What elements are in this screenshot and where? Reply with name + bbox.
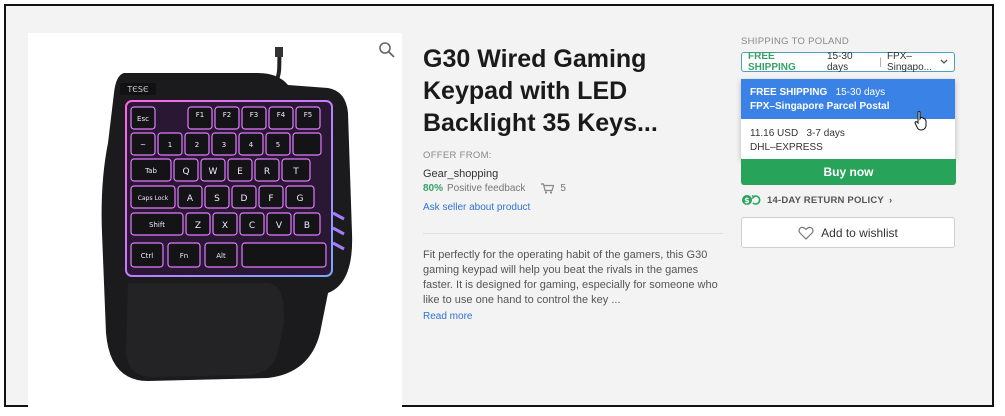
svg-text:S: S	[214, 194, 220, 204]
svg-text:F: F	[268, 194, 273, 204]
product-image: Esc F1 F2 F3 F4 F5 ~ 1 2 3 4 5 Tab Q W E…	[101, 47, 353, 381]
option-price: FREE SHIPPING	[750, 87, 828, 98]
svg-text:Caps Lock: Caps Lock	[138, 195, 169, 202]
chevron-right-icon: ›	[888, 194, 893, 206]
product-title: G30 Wired Gaming Keypad with LED Backlig…	[423, 45, 658, 137]
key-esc: Esc	[137, 115, 149, 123]
cart-count: 5	[560, 183, 566, 194]
svg-text:E: E	[237, 167, 243, 177]
svg-text:V: V	[276, 221, 283, 231]
svg-text:~: ~	[140, 141, 146, 149]
feedback-label: Positive feedback	[447, 183, 526, 194]
svg-text:W: W	[209, 167, 218, 177]
svg-text:A: A	[187, 194, 194, 204]
shipping-method-select[interactable]: FREE SHIPPING 15-30 days | FPX–Singapo..…	[741, 51, 955, 73]
svg-text:D: D	[241, 194, 248, 204]
svg-text:3: 3	[222, 141, 226, 149]
svg-text:F5: F5	[304, 111, 312, 119]
svg-text:5: 5	[276, 141, 280, 149]
svg-text:R: R	[264, 167, 270, 177]
selected-shipping-price: FREE SHIPPING	[748, 51, 796, 73]
svg-text:2: 2	[195, 141, 199, 149]
svg-text:Alt: Alt	[216, 252, 226, 260]
svg-text:4: 4	[249, 141, 254, 149]
cart-icon	[541, 183, 555, 194]
svg-text:$: $	[744, 196, 750, 205]
buy-now-button[interactable]: Buy now	[741, 159, 956, 185]
svg-text:T: T	[292, 167, 299, 177]
seller-name[interactable]: Gear_shopping	[423, 168, 498, 180]
svg-text:G: G	[297, 194, 304, 204]
shipping-options-dropdown: FREE SHIPPING 15-30 days FPX–Singapore P…	[741, 79, 955, 159]
selected-shipping-days: 15-30 days	[826, 51, 853, 73]
add-to-wishlist-label: Add to wishlist	[821, 225, 898, 240]
option-days: 3-7 days	[806, 128, 845, 139]
zoom-icon[interactable]	[378, 41, 396, 59]
shipping-destination-label: SHIPPING TO POLAND	[741, 36, 849, 47]
svg-text:F4: F4	[277, 111, 286, 119]
shipping-option-free[interactable]: FREE SHIPPING 15-30 days FPX–Singapore P…	[741, 79, 955, 131]
feedback-percent: 80%	[423, 183, 444, 194]
svg-text:X: X	[222, 221, 228, 231]
shipping-option-express[interactable]: 11.16 USD 3-7 days DHL–EXPRESS	[741, 121, 955, 159]
option-carrier: DHL–EXPRESS	[750, 142, 823, 153]
seller-feedback: 80% Positive feedback 5	[423, 183, 566, 194]
svg-text:F3: F3	[250, 111, 258, 119]
chevron-down-icon	[940, 59, 948, 64]
return-policy-link[interactable]: $ 14-DAY RETURN POLICY ›	[741, 194, 892, 206]
svg-text:Z: Z	[195, 221, 201, 231]
svg-text:Ctrl: Ctrl	[141, 252, 154, 260]
brand-logo: TЄЅЄ	[126, 85, 149, 94]
product-image-panel[interactable]: Esc F1 F2 F3 F4 F5 ~ 1 2 3 4 5 Tab Q W E…	[28, 33, 402, 409]
select-separator: |	[879, 56, 882, 68]
divider	[423, 233, 723, 234]
read-more-link[interactable]: Read more	[423, 311, 472, 322]
ask-seller-link[interactable]: Ask seller about product	[423, 202, 530, 213]
browser-frame: Esc F1 F2 F3 F4 F5 ~ 1 2 3 4 5 Tab Q W E…	[4, 4, 994, 409]
option-days: 15-30 days	[835, 87, 886, 98]
product-description: Fit perfectly for the operating habit of…	[423, 249, 718, 306]
svg-text:B: B	[304, 221, 310, 231]
option-carrier: FPX–Singapore Parcel Postal	[750, 101, 890, 112]
svg-text:C: C	[249, 221, 255, 231]
svg-text:F2: F2	[223, 111, 231, 119]
svg-text:1: 1	[168, 141, 172, 149]
svg-text:Fn: Fn	[180, 252, 188, 260]
svg-text:Shift: Shift	[149, 221, 165, 229]
svg-text:F1: F1	[196, 111, 204, 119]
option-price: 11.16 USD	[750, 128, 799, 139]
svg-text:Q: Q	[182, 167, 189, 177]
return-policy-label: 14-DAY RETURN POLICY	[767, 194, 884, 206]
add-to-wishlist-button[interactable]: Add to wishlist	[741, 217, 955, 248]
offer-from-label: OFFER FROM:	[423, 150, 492, 161]
svg-text:Tab: Tab	[144, 167, 157, 175]
return-policy-icon: $	[741, 194, 761, 206]
heart-icon	[798, 226, 814, 240]
